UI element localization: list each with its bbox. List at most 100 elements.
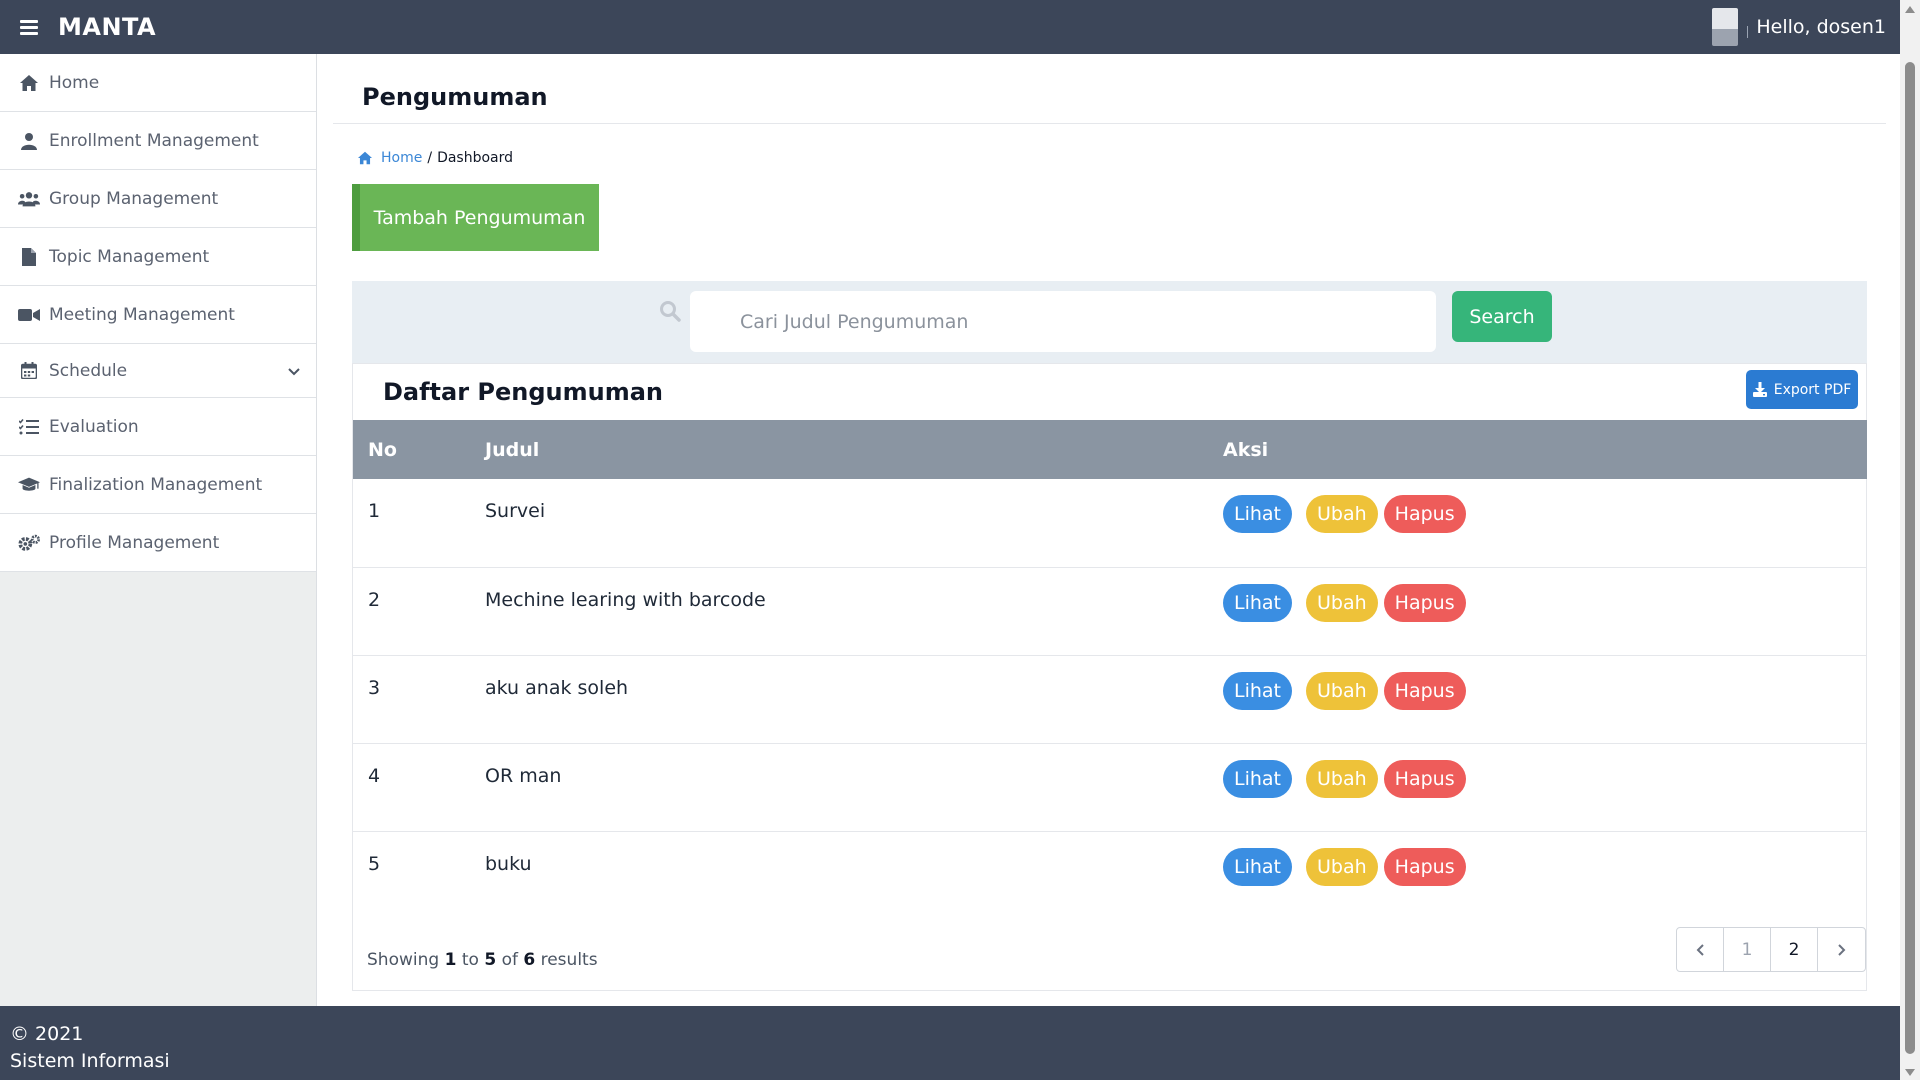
page-title: Pengumuman bbox=[362, 83, 548, 111]
sidebar-item-label: Enrollment Management bbox=[49, 130, 259, 151]
announcement-list-card: Daftar Pengumuman Export PDF No Judul Ak… bbox=[352, 363, 1867, 991]
sidebar-item-finalization[interactable]: Finalization Management bbox=[0, 456, 316, 514]
delete-button[interactable]: Hapus bbox=[1383, 759, 1466, 798]
add-announcement-button[interactable]: Tambah Pengumuman bbox=[352, 184, 599, 251]
edit-button[interactable]: Ubah bbox=[1306, 583, 1378, 622]
delete-button[interactable]: Hapus bbox=[1383, 583, 1466, 622]
avatar[interactable] bbox=[1712, 8, 1749, 46]
edit-button[interactable]: Ubah bbox=[1306, 495, 1378, 533]
file-icon bbox=[18, 246, 40, 268]
row-number: 1 bbox=[368, 500, 381, 522]
user-greeting[interactable]: Hello, dosen1 bbox=[1756, 16, 1886, 38]
delete-button[interactable]: Hapus bbox=[1383, 847, 1466, 886]
sidebar-item-group[interactable]: Group Management bbox=[0, 170, 316, 228]
app-brand[interactable]: MANTA bbox=[58, 13, 156, 41]
gears-icon bbox=[18, 532, 40, 554]
delete-button[interactable]: Hapus bbox=[1383, 495, 1466, 533]
footer-copyright: © 2021 bbox=[10, 1023, 84, 1045]
breadcrumb-separator: / bbox=[427, 150, 433, 166]
row-title: OR man bbox=[485, 764, 562, 787]
user-icon bbox=[18, 130, 40, 152]
view-button[interactable]: Lihat bbox=[1223, 671, 1292, 710]
row-number: 4 bbox=[368, 764, 381, 787]
row-title: Survei bbox=[485, 500, 546, 522]
sidebar: Home Enrollment Management Group Managem… bbox=[0, 54, 317, 1006]
search-input[interactable] bbox=[690, 291, 1436, 352]
chevron-right-icon bbox=[1837, 943, 1845, 956]
sidebar-item-label: Group Management bbox=[49, 188, 219, 209]
breadcrumb: Home / Dashboard bbox=[357, 150, 513, 166]
row-title: buku bbox=[485, 852, 532, 875]
row-number: 3 bbox=[368, 676, 381, 699]
home-icon bbox=[357, 151, 373, 165]
sidebar-item-home[interactable]: Home bbox=[0, 54, 316, 112]
footer-org: Sistem Informasi bbox=[10, 1050, 170, 1072]
table-row: 1 Survei Lihat Ubah Hapus bbox=[353, 479, 1867, 567]
row-actions: Lihat Ubah Hapus bbox=[1223, 567, 1867, 655]
table-row: 3 aku anak soleh Lihat Ubah Hapus bbox=[353, 655, 1867, 743]
sidebar-item-label: Profile Management bbox=[49, 532, 220, 553]
row-title: Mechine learing with barcode bbox=[485, 588, 766, 611]
search-icon bbox=[659, 300, 681, 326]
footer: © 2021 Sistem Informasi bbox=[0, 1006, 1900, 1080]
results-to-word: to bbox=[461, 950, 479, 970]
table-row: 4 OR man Lihat Ubah Hapus bbox=[353, 743, 1867, 831]
page-button-1[interactable]: 1 bbox=[1724, 928, 1771, 971]
sidebar-item-profile[interactable]: Profile Management bbox=[0, 514, 316, 572]
chevron-down-icon[interactable] bbox=[288, 361, 300, 381]
page-scrollbar[interactable] bbox=[1900, 0, 1920, 1080]
hamburger-menu-icon[interactable] bbox=[20, 19, 38, 35]
view-button[interactable]: Lihat bbox=[1223, 495, 1292, 533]
home-icon bbox=[18, 72, 40, 94]
breadcrumb-current: Dashboard bbox=[437, 150, 514, 166]
row-title: aku anak soleh bbox=[485, 676, 629, 699]
sidebar-item-label: Meeting Management bbox=[49, 304, 235, 325]
scrollbar-thumb[interactable] bbox=[1905, 62, 1915, 1054]
edit-button[interactable]: Ubah bbox=[1306, 759, 1378, 798]
calendar-icon bbox=[18, 360, 40, 382]
view-button[interactable]: Lihat bbox=[1223, 847, 1292, 886]
search-button[interactable]: Search bbox=[1452, 291, 1552, 342]
sidebar-item-label: Topic Management bbox=[49, 246, 210, 267]
download-icon bbox=[1752, 382, 1767, 397]
results-of-word: of bbox=[501, 950, 518, 970]
results-total: 6 bbox=[523, 950, 536, 970]
results-prefix: Showing bbox=[367, 950, 440, 970]
breadcrumb-home-link[interactable]: Home bbox=[381, 150, 422, 166]
sidebar-item-evaluation[interactable]: Evaluation bbox=[0, 398, 316, 456]
sidebar-item-enrollment[interactable]: Enrollment Management bbox=[0, 112, 316, 170]
view-button[interactable]: Lihat bbox=[1223, 759, 1292, 798]
prev-page-button[interactable] bbox=[1677, 928, 1724, 971]
page-button-2[interactable]: 2 bbox=[1771, 928, 1818, 971]
top-navbar: MANTA Hello, dosen1 bbox=[0, 0, 1900, 54]
next-page-button[interactable] bbox=[1818, 928, 1865, 971]
graduation-cap-icon bbox=[18, 474, 40, 496]
list-check-icon bbox=[18, 416, 40, 438]
row-actions: Lihat Ubah Hapus bbox=[1223, 655, 1867, 743]
table-row: 2 Mechine learing with barcode Lihat Ubah… bbox=[353, 567, 1867, 655]
video-icon bbox=[18, 304, 40, 326]
row-actions: Lihat Ubah Hapus bbox=[1223, 743, 1867, 831]
sidebar-item-meeting[interactable]: Meeting Management bbox=[0, 286, 316, 344]
edit-button[interactable]: Ubah bbox=[1306, 847, 1378, 886]
sidebar-menu: Home Enrollment Management Group Managem… bbox=[0, 54, 316, 572]
row-actions: Lihat Ubah Hapus bbox=[1223, 479, 1867, 567]
results-summary: Showing 1 to 5 of 6 results bbox=[367, 950, 598, 970]
edit-button[interactable]: Ubah bbox=[1306, 671, 1378, 710]
delete-button[interactable]: Hapus bbox=[1383, 671, 1466, 710]
scroll-up-arrow-icon[interactable] bbox=[1905, 6, 1915, 13]
sidebar-item-schedule[interactable]: Schedule bbox=[0, 344, 316, 398]
scroll-down-arrow-icon[interactable] bbox=[1905, 1069, 1915, 1076]
export-pdf-label: Export PDF bbox=[1773, 381, 1852, 398]
table-row: 5 buku Lihat Ubah Hapus bbox=[353, 831, 1867, 919]
view-button[interactable]: Lihat bbox=[1223, 583, 1292, 622]
export-pdf-button[interactable]: Export PDF bbox=[1746, 370, 1858, 409]
sidebar-item-label: Home bbox=[49, 72, 100, 93]
pagination: 1 2 bbox=[1676, 927, 1866, 972]
sidebar-item-topic[interactable]: Topic Management bbox=[0, 228, 316, 286]
user-menu[interactable]: Hello, dosen1 bbox=[1712, 0, 1886, 54]
results-from: 1 bbox=[444, 950, 457, 970]
page-header: Pengumuman bbox=[333, 54, 1886, 124]
row-number: 5 bbox=[368, 852, 381, 875]
users-icon bbox=[18, 188, 40, 210]
